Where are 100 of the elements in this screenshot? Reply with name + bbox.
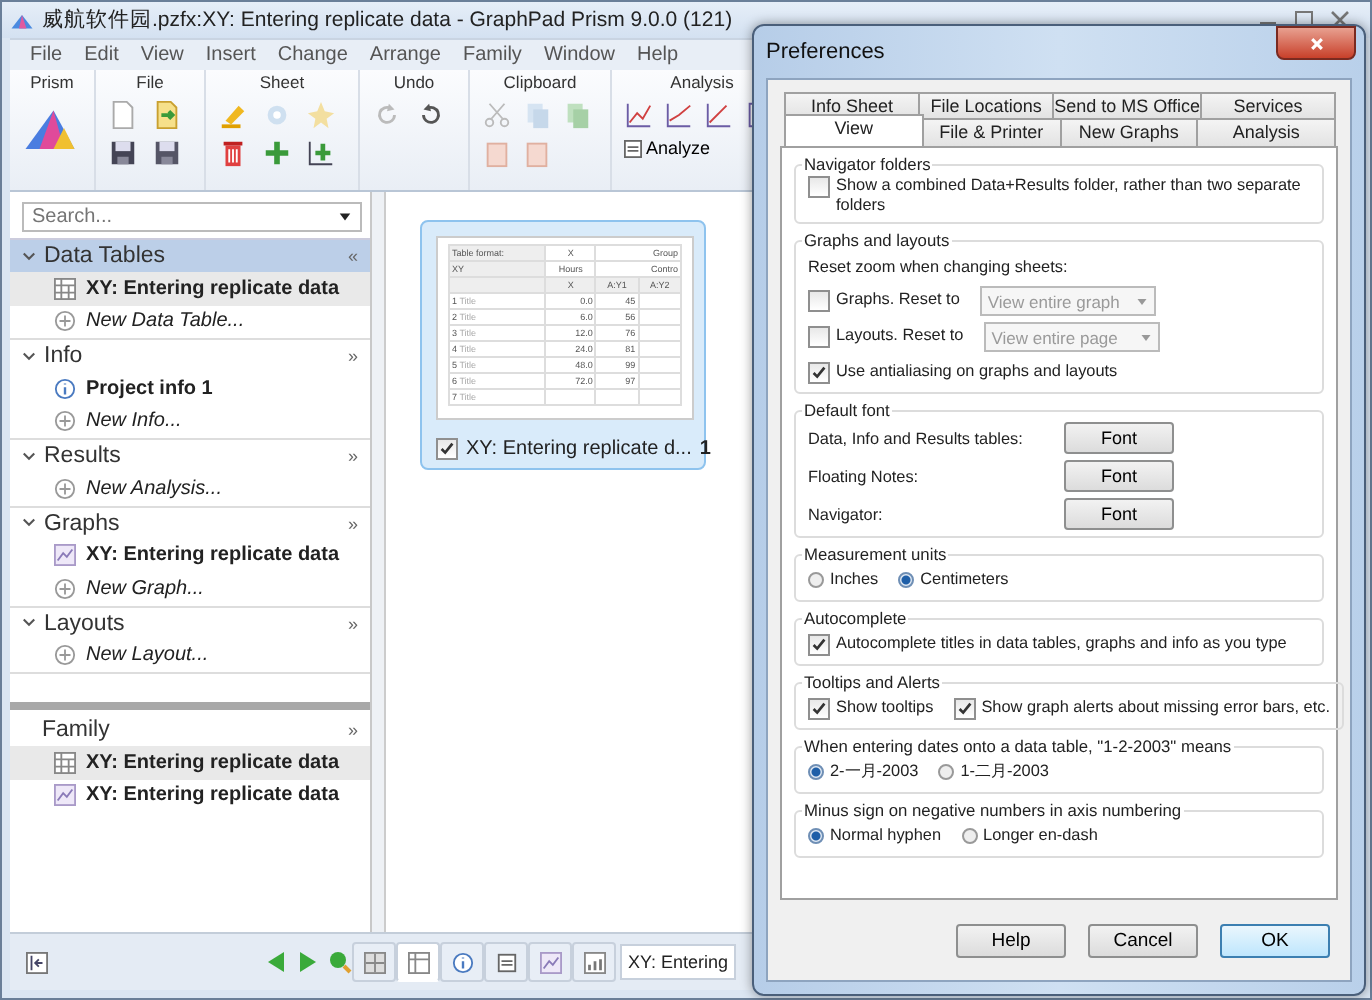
- radio-label: Longer en-dash: [983, 826, 1098, 846]
- save-as-icon[interactable]: [152, 138, 182, 168]
- tab[interactable]: Analysis: [1196, 118, 1336, 146]
- line-chart-icon[interactable]: [624, 100, 654, 130]
- group-title: Measurement units: [802, 544, 949, 564]
- radio-button[interactable]: [898, 572, 915, 588]
- ribbon-group-label: Analysis: [670, 72, 734, 92]
- import-document-icon[interactable]: [152, 100, 182, 130]
- navigator-item[interactable]: New Layout...: [10, 639, 370, 672]
- field-label: Floating Notes:: [808, 467, 921, 485]
- field-label: Data, Info and Results tables:: [808, 429, 1025, 447]
- menu-item[interactable]: Change: [277, 44, 348, 66]
- forward-arrow-icon[interactable]: [296, 950, 320, 974]
- family-header[interactable]: Family »: [10, 714, 370, 746]
- radio-button[interactable]: [808, 828, 824, 844]
- menu-item[interactable]: Arrange: [369, 44, 441, 66]
- field-label: Reset zoom when changing sheets:: [808, 257, 1068, 275]
- menu-item[interactable]: Family: [462, 44, 522, 66]
- tab[interactable]: File Locations: [918, 92, 1055, 118]
- analyze-button[interactable]: Analyze: [624, 138, 740, 158]
- menu-item[interactable]: Help: [637, 44, 679, 66]
- collapse-panel-icon[interactable]: [26, 951, 48, 973]
- ribbon-group-label: Undo: [393, 72, 435, 92]
- dialog-button[interactable]: Help: [956, 923, 1066, 957]
- tab[interactable]: Send to MS Office: [1052, 92, 1202, 118]
- dialog-button[interactable]: Cancel: [1088, 923, 1198, 957]
- back-arrow-icon[interactable]: [264, 950, 288, 974]
- results-tab[interactable]: [484, 942, 528, 982]
- font-button[interactable]: Font: [1064, 422, 1174, 454]
- checkbox-label: Autocomplete titles in data tables, graphs and info as you type: [836, 633, 1287, 653]
- navigator-section-header[interactable]: Layouts »: [10, 607, 370, 639]
- navigator-item[interactable]: New Info...: [10, 405, 370, 438]
- family-item[interactable]: XY: Entering replicate data: [10, 746, 370, 779]
- chevron-icon[interactable]: [22, 349, 36, 363]
- info-tab[interactable]: [440, 942, 484, 982]
- chevron-icon[interactable]: [22, 449, 36, 463]
- tab[interactable]: New Graphs: [1059, 118, 1199, 146]
- gallery-tab[interactable]: [352, 942, 396, 982]
- navigator-section-header[interactable]: Info »: [10, 340, 370, 372]
- chevron-icon[interactable]: [22, 616, 36, 630]
- navigator-item[interactable]: Project info 1: [10, 372, 370, 405]
- checkbox[interactable]: [808, 697, 830, 719]
- navigator-section-header[interactable]: Data Tables «: [10, 240, 370, 272]
- dialog-button[interactable]: OK: [1220, 923, 1330, 957]
- navigator-section-header[interactable]: Graphs »: [10, 507, 370, 539]
- menu-item[interactable]: View: [140, 44, 184, 66]
- menu-item[interactable]: Window: [543, 44, 616, 66]
- bar-chart-icon: [583, 951, 605, 973]
- radio-button[interactable]: [808, 572, 824, 588]
- caret-icon[interactable]: [338, 210, 352, 224]
- radio-label: Centimeters: [920, 570, 1009, 590]
- radio-button[interactable]: [961, 828, 978, 844]
- chevron-icon[interactable]: [22, 249, 36, 263]
- navigator-item[interactable]: XY: Entering replicate data: [10, 539, 370, 572]
- radio-button[interactable]: [938, 764, 955, 780]
- sheet-title: XY: Entering replicate d...: [466, 438, 692, 460]
- family-item[interactable]: XY: Entering replicate data: [10, 779, 370, 812]
- menu-item[interactable]: Insert: [205, 44, 256, 66]
- list-icon: [495, 951, 517, 973]
- trash-icon[interactable]: [218, 138, 248, 168]
- checkbox[interactable]: [808, 176, 830, 198]
- checkbox[interactable]: [808, 633, 830, 655]
- table-icon: [407, 951, 429, 973]
- navigator-item[interactable]: XY: Entering replicate data: [10, 272, 370, 305]
- menu-item[interactable]: Edit: [84, 44, 119, 66]
- close-button[interactable]: [1276, 26, 1356, 60]
- checkbox[interactable]: [808, 361, 830, 383]
- chevron-icon[interactable]: [22, 516, 36, 530]
- navigator-section-header[interactable]: Results »: [10, 440, 370, 472]
- line-chart-icon[interactable]: [664, 100, 694, 130]
- clipboard-icon[interactable]: [522, 138, 552, 168]
- tab[interactable]: Services: [1199, 92, 1337, 118]
- layout-tab[interactable]: [572, 942, 616, 982]
- group-title: Graphs and layouts: [802, 230, 952, 250]
- tab[interactable]: View: [784, 114, 924, 146]
- navigator-item[interactable]: New Analysis...: [10, 472, 370, 505]
- tab[interactable]: File & Printer: [921, 118, 1061, 146]
- line-chart-icon[interactable]: [704, 100, 734, 130]
- add-column-icon[interactable]: [306, 138, 336, 168]
- radio-button[interactable]: [808, 764, 824, 780]
- font-button[interactable]: Font: [1064, 498, 1174, 530]
- save-icon[interactable]: [108, 138, 138, 168]
- font-button[interactable]: Font: [1064, 460, 1174, 492]
- graph-icon: [539, 951, 561, 973]
- undo-icon[interactable]: [416, 100, 446, 130]
- sheet-name-field[interactable]: XY: Entering: [620, 944, 737, 980]
- magnifier-icon[interactable]: [328, 950, 352, 974]
- menu-item[interactable]: File: [30, 44, 63, 66]
- checkbox[interactable]: [436, 438, 458, 460]
- table-tab[interactable]: [396, 942, 440, 982]
- checkbox[interactable]: [953, 697, 976, 719]
- navigator-item[interactable]: New Graph...: [10, 572, 370, 605]
- ribbon-group-label: Prism: [30, 72, 74, 92]
- search-field[interactable]: Search...: [22, 202, 362, 232]
- plus-circle-icon: [54, 310, 76, 333]
- clipboard-icon[interactable]: [482, 138, 512, 168]
- navigator-item[interactable]: New Data Table...: [10, 305, 370, 338]
- checkbox[interactable]: [808, 290, 830, 312]
- plus-icon[interactable]: [262, 138, 292, 168]
- checkbox[interactable]: [808, 326, 830, 348]
